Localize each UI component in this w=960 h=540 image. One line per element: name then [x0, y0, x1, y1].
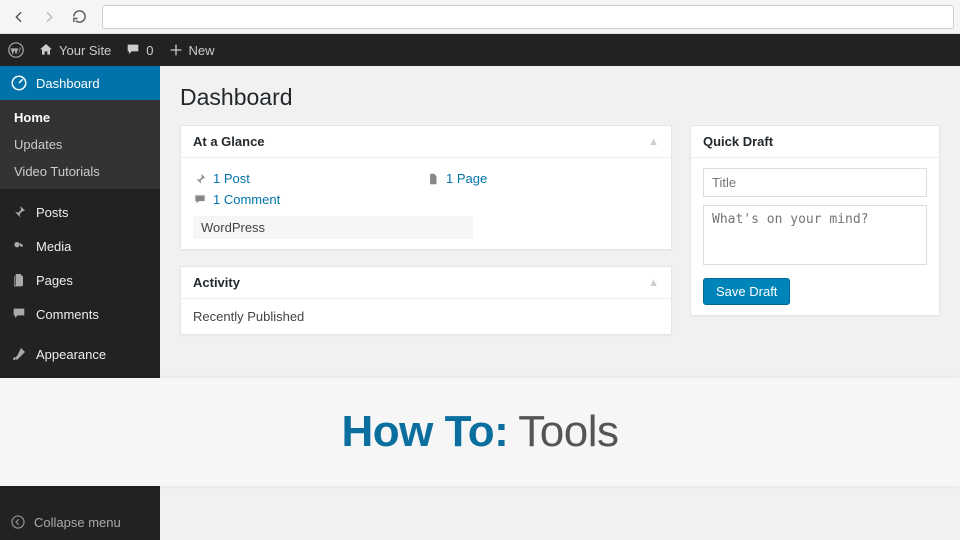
wp-version-text: WordPress [193, 216, 473, 239]
page-icon [10, 271, 28, 289]
at-a-glance-card: At a Glance ▲ 1 Post 1 Page [180, 125, 672, 250]
sidebar-item-appearance[interactable]: Appearance [0, 337, 160, 371]
overlay-banner: How To: Tools [0, 378, 960, 486]
comments-link[interactable]: 0 [125, 42, 153, 58]
sidebar-item-comments[interactable]: Comments [0, 297, 160, 331]
url-input[interactable] [102, 5, 954, 29]
recently-published-heading: Recently Published [193, 309, 659, 324]
save-draft-button[interactable]: Save Draft [703, 278, 790, 305]
activity-card: Activity ▲ Recently Published [180, 266, 672, 335]
pin-icon [193, 172, 207, 186]
draft-title-input[interactable] [703, 168, 927, 197]
glance-title: At a Glance [193, 134, 265, 149]
comment-icon [193, 193, 207, 207]
submenu-video-tutorials[interactable]: Video Tutorials [0, 158, 160, 185]
sidebar-label-dashboard: Dashboard [36, 76, 100, 91]
comment-icon [10, 305, 28, 323]
sidebar-label-comments: Comments [36, 307, 99, 322]
new-content-menu[interactable]: New [168, 42, 215, 58]
collapse-menu-button[interactable]: Collapse menu [0, 504, 160, 540]
collapse-toggle-icon[interactable]: ▲ [648, 136, 659, 148]
wp-logo-menu[interactable] [8, 42, 24, 58]
submenu-home[interactable]: Home [0, 104, 160, 131]
admin-top-bar: Your Site 0 New [0, 34, 960, 66]
sidebar-item-media[interactable]: Media [0, 229, 160, 263]
activity-title: Activity [193, 275, 240, 290]
site-name: Your Site [59, 43, 111, 58]
pages-link[interactable]: 1 Page [446, 171, 487, 186]
browser-toolbar [0, 0, 960, 34]
collapse-label: Collapse menu [34, 515, 121, 530]
posts-link[interactable]: 1 Post [213, 171, 250, 186]
new-label: New [189, 43, 215, 58]
dashboard-submenu: Home Updates Video Tutorials [0, 100, 160, 189]
collapse-toggle-icon[interactable]: ▲ [648, 277, 659, 289]
overlay-rest: Tools [518, 407, 618, 457]
sidebar-item-posts[interactable]: Posts [0, 195, 160, 229]
quick-draft-title: Quick Draft [703, 134, 773, 149]
overlay-bold: How To: [342, 407, 509, 457]
quick-draft-card: Quick Draft Save Draft [690, 125, 940, 316]
forward-button[interactable] [36, 4, 62, 30]
sidebar-label-media: Media [36, 239, 71, 254]
comments-link[interactable]: 1 Comment [213, 192, 280, 207]
comment-count: 0 [146, 43, 153, 58]
reload-button[interactable] [66, 4, 92, 30]
sidebar-item-dashboard[interactable]: Dashboard [0, 66, 160, 100]
page-title: Dashboard [180, 84, 940, 111]
sidebar-label-posts: Posts [36, 205, 69, 220]
submenu-updates[interactable]: Updates [0, 131, 160, 158]
site-home-link[interactable]: Your Site [38, 42, 111, 58]
page-icon [426, 172, 440, 186]
pin-icon [10, 203, 28, 221]
draft-content-textarea[interactable] [703, 205, 927, 265]
sidebar-item-pages[interactable]: Pages [0, 263, 160, 297]
back-button[interactable] [6, 4, 32, 30]
sidebar-label-pages: Pages [36, 273, 73, 288]
brush-icon [10, 345, 28, 363]
dashboard-icon [10, 74, 28, 92]
media-icon [10, 237, 28, 255]
sidebar-label-appearance: Appearance [36, 347, 106, 362]
